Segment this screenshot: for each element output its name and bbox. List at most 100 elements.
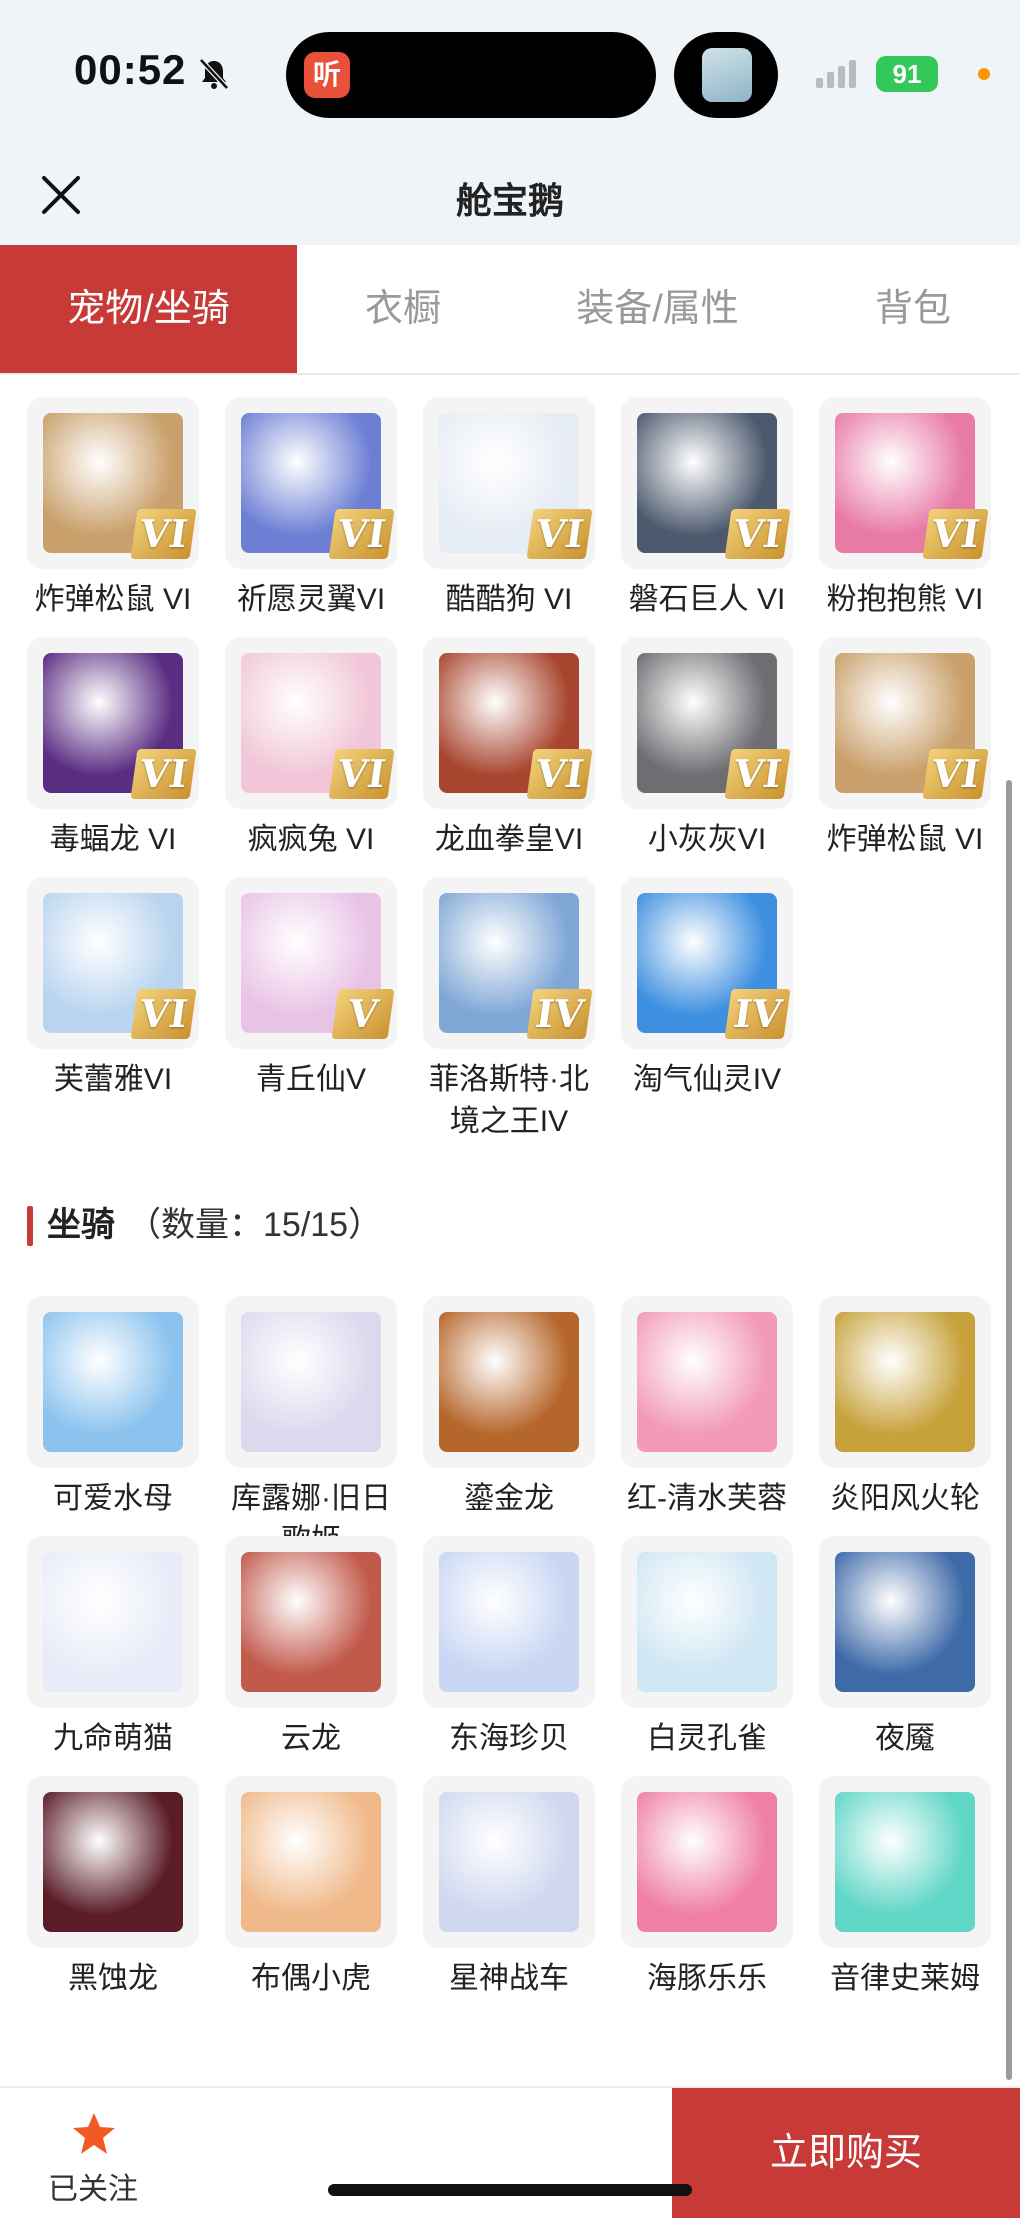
item-name: 红-清水芙蓉: [627, 1482, 787, 1515]
item-image: [43, 1792, 183, 1932]
follow-label[interactable]: 已关注: [48, 2164, 138, 2208]
item-name: 黑蚀龙: [68, 1962, 158, 1995]
item-thumbnail: [225, 1296, 397, 1468]
rank-badge: VI: [130, 989, 197, 1039]
item-image: [241, 1312, 381, 1452]
item-thumbnail: [819, 1776, 991, 1948]
battery-indicator: 91: [876, 56, 938, 92]
item-name: 音律史莱姆: [830, 1962, 980, 1995]
item-name: 酷酷狗 VI: [445, 583, 573, 616]
listening-app-icon: 听: [304, 52, 350, 98]
item-thumbnail: [819, 1536, 991, 1708]
item-thumbnail: VI: [423, 637, 595, 809]
section-title: 坐骑: [47, 1206, 115, 1244]
item-thumbnail: IV: [423, 877, 595, 1049]
item-name: 磐石巨人 VI: [628, 583, 786, 616]
item-thumbnail: [819, 1296, 991, 1468]
rank-badge: VI: [922, 509, 989, 559]
status-time: 00:52: [74, 46, 187, 93]
rank-badge: VI: [130, 749, 197, 799]
item-name: 九命萌猫: [53, 1722, 173, 1755]
item-thumbnail: [621, 1296, 793, 1468]
item-image: [241, 1792, 381, 1932]
item-image: [439, 1312, 579, 1452]
section-count: （数量：15/15）: [127, 1206, 383, 1244]
item-name: 夜魇: [875, 1722, 935, 1755]
rank-badge: VI: [130, 509, 197, 559]
item-thumbnail: [621, 1536, 793, 1708]
item-thumbnail: VI: [225, 397, 397, 569]
tab-pets-mounts[interactable]: 宠物/坐骑: [0, 245, 297, 373]
item-thumbnail: [423, 1296, 595, 1468]
item-image: [835, 1552, 975, 1692]
item-thumbnail: VI: [27, 877, 199, 1049]
item-name: 白灵孔雀: [647, 1722, 767, 1755]
item-thumbnail: V: [225, 877, 397, 1049]
rank-badge: VI: [526, 509, 593, 559]
bell-muted-icon: [196, 56, 232, 92]
tab-backpack[interactable]: 背包: [806, 245, 1020, 373]
item-thumbnail: [27, 1536, 199, 1708]
item-thumbnail: IV: [621, 877, 793, 1049]
item-name: 可爱水母: [53, 1482, 173, 1515]
item-image: [835, 1312, 975, 1452]
tab-equipment[interactable]: 装备/属性: [509, 245, 806, 373]
item-thumbnail: [27, 1296, 199, 1468]
item-name: 毒蝠龙 VI: [49, 823, 177, 856]
item-name: 炎阳风火轮: [830, 1482, 980, 1515]
section-accent-bar: [27, 1206, 33, 1246]
item-name: 粉抱抱熊 VI: [826, 583, 984, 616]
item-thumbnail: VI: [621, 637, 793, 809]
rank-badge: VI: [922, 749, 989, 799]
scrollbar[interactable]: [1006, 780, 1012, 2080]
tab-wardrobe[interactable]: 衣橱: [297, 245, 509, 373]
item-thumbnail: VI: [225, 637, 397, 809]
rank-badge: V: [331, 989, 395, 1039]
item-image: [637, 1552, 777, 1692]
star-icon[interactable]: [70, 2110, 118, 2158]
item-name: 小灰灰VI: [647, 823, 767, 856]
rank-badge: VI: [724, 749, 791, 799]
item-image: [43, 1552, 183, 1692]
item-name: 淘气仙灵IV: [632, 1063, 782, 1096]
rank-badge: IV: [724, 989, 791, 1039]
rank-badge: VI: [526, 749, 593, 799]
item-name: 青丘仙V: [255, 1063, 366, 1096]
item-image: [835, 1792, 975, 1932]
item-thumbnail: [225, 1776, 397, 1948]
home-indicator[interactable]: [328, 2184, 692, 2196]
rank-badge: IV: [526, 989, 593, 1039]
item-image: [637, 1312, 777, 1452]
privacy-dot: [978, 68, 990, 80]
item-image: [241, 1552, 381, 1692]
item-name: 云龙: [281, 1722, 341, 1755]
item-name: 炸弹松鼠 VI: [34, 583, 192, 616]
rank-badge: VI: [328, 749, 395, 799]
item-name: 海豚乐乐: [647, 1962, 767, 1995]
nav-bar: 舱宝鹅: [0, 150, 1020, 245]
dynamic-island[interactable]: 听: [286, 32, 656, 118]
item-image: [439, 1552, 579, 1692]
item-thumbnail: VI: [621, 397, 793, 569]
status-bar: 00:52 听 91: [0, 0, 1020, 150]
item-thumbnail: VI: [423, 397, 595, 569]
buy-now-button[interactable]: 立即购买: [672, 2088, 1020, 2218]
item-name: 龙血拳皇VI: [434, 823, 584, 856]
item-name: 鎏金龙: [464, 1482, 554, 1515]
item-image: [439, 1792, 579, 1932]
item-name: 星神战车: [449, 1962, 569, 1995]
item-name: 炸弹松鼠 VI: [826, 823, 984, 856]
live-activity-pill[interactable]: [674, 32, 778, 118]
item-thumbnail: VI: [819, 637, 991, 809]
app-thumbnail-icon: [702, 48, 752, 102]
item-thumbnail: [423, 1776, 595, 1948]
bottom-action-bar: 已关注 立即购买: [0, 2086, 1020, 2218]
item-name: 芙蕾雅VI: [53, 1063, 173, 1096]
rank-badge: VI: [328, 509, 395, 559]
item-thumbnail: [27, 1776, 199, 1948]
rank-badge: VI: [724, 509, 791, 559]
item-thumbnail: [621, 1776, 793, 1948]
item-name: 布偶小虎: [251, 1962, 371, 1995]
tab-bar: 宠物/坐骑 衣橱 装备/属性 背包: [0, 245, 1020, 375]
item-image: [637, 1792, 777, 1932]
